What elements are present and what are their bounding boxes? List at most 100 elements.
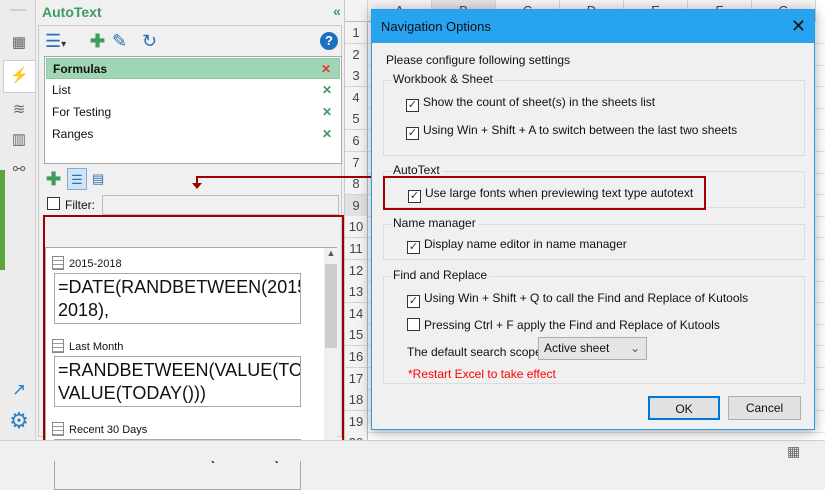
option-ctrl-f[interactable]: Pressing Ctrl + F apply the Find and Rep… xyxy=(407,318,720,332)
row-header[interactable]: 11 xyxy=(345,238,368,260)
document-icon xyxy=(52,339,64,353)
filter-checkbox[interactable] xyxy=(47,197,64,211)
side-nav: ▦ ⚡ ≋ ▥ ⚯ ↗ ⚙ xyxy=(0,0,36,440)
columns-icon[interactable]: ▥ xyxy=(8,130,30,150)
status-bar: ▦ xyxy=(0,440,825,461)
entry-title: Recent 30 Days xyxy=(52,422,147,436)
expand-handle[interactable] xyxy=(0,170,5,270)
select-all-corner[interactable] xyxy=(345,0,368,22)
grip-icon xyxy=(10,9,26,11)
normal-view-icon[interactable]: ▦ xyxy=(787,443,800,460)
option-switch-sheets[interactable]: ✓ Using Win + Shift + A to switch between… xyxy=(406,123,737,140)
group-find-replace: Find and Replace ✓ Using Win + Shift + Q … xyxy=(383,268,805,384)
row-header[interactable]: 3 xyxy=(345,65,368,88)
panel-title: AutoText xyxy=(42,4,102,20)
option-show-sheet-count[interactable]: ✓ Show the count of sheet(s) in the sheet… xyxy=(406,95,655,112)
entry-preview[interactable]: =DATE(RANDBETWEEN(2015, 2018), xyxy=(54,273,301,324)
scroll-thumb[interactable] xyxy=(325,264,337,348)
search-scope-label: The default search scope: xyxy=(407,345,546,359)
detail-view-icon[interactable]: ▤ xyxy=(92,168,104,190)
autotext-panel: AutoText « ☰▾ ✚ ✎ ↻ ? Formulas ✕ List ✕ Fo… xyxy=(36,0,345,490)
category-item-ranges[interactable]: Ranges ✕ xyxy=(46,124,340,145)
filter-input[interactable] xyxy=(102,195,339,215)
category-label: List xyxy=(52,83,71,97)
category-label: Formulas xyxy=(53,62,108,76)
category-item-formulas[interactable]: Formulas ✕ xyxy=(46,58,340,79)
group-label: AutoText xyxy=(391,163,442,177)
group-label: Workbook & Sheet xyxy=(391,72,495,86)
row-header[interactable]: 6 xyxy=(345,130,368,152)
row-header[interactable]: 13 xyxy=(345,281,368,304)
row-header[interactable]: 17 xyxy=(345,367,368,390)
add-icon[interactable]: ✚ xyxy=(90,30,105,52)
row-header[interactable]: 7 xyxy=(345,151,368,174)
filter-label: Filter: xyxy=(65,198,95,212)
add-entry-icon[interactable]: ✚ xyxy=(46,168,61,190)
delete-icon[interactable]: ✕ xyxy=(322,124,332,145)
row-header[interactable]: 1 xyxy=(345,22,368,44)
edit-icon[interactable]: ✎ xyxy=(112,30,127,52)
entry-title: 2015-2018 xyxy=(52,256,122,270)
restart-note: *Restart Excel to take effect xyxy=(408,367,556,381)
dialog-titlebar: Navigation Options xyxy=(372,10,814,43)
group-name-manager: Name manager ✓ Display name editor in nam… xyxy=(383,216,805,260)
row-header[interactable]: 16 xyxy=(345,346,368,368)
gear-icon[interactable]: ⚙ xyxy=(8,408,30,433)
category-label: For Testing xyxy=(52,105,112,119)
scrollbar[interactable]: ▲ ▼ xyxy=(324,248,338,454)
checkbox[interactable]: ✓ xyxy=(407,295,420,308)
ok-button[interactable]: OK xyxy=(648,396,720,420)
search-scope-select[interactable]: Active sheet ⌄ xyxy=(538,337,647,360)
autotext-icon[interactable]: ⚡ xyxy=(3,60,35,93)
layers-icon[interactable]: ≋ xyxy=(8,100,30,120)
category-list: Formulas ✕ List ✕ For Testing ✕ Ranges ✕ xyxy=(44,56,342,164)
category-item-list[interactable]: List ✕ xyxy=(46,80,340,101)
row-header[interactable]: 5 xyxy=(345,108,368,131)
row-header[interactable]: 2 xyxy=(345,43,368,66)
category-label: Ranges xyxy=(52,127,94,141)
workbook-icon[interactable]: ▦ xyxy=(8,33,30,53)
checkbox[interactable]: ✓ xyxy=(406,99,419,112)
delete-icon[interactable]: ✕ xyxy=(321,59,331,80)
row-header[interactable]: 10 xyxy=(345,216,368,239)
row-header[interactable]: 19 xyxy=(345,410,368,433)
checkbox[interactable]: ✓ xyxy=(406,127,419,140)
list-view-icon[interactable]: ☰ xyxy=(67,168,87,190)
external-link-icon[interactable]: ↗ xyxy=(8,380,30,400)
delete-icon[interactable]: ✕ xyxy=(322,80,332,101)
row-header[interactable]: 15 xyxy=(345,324,368,347)
entry-title: Last Month xyxy=(52,339,123,353)
document-icon xyxy=(52,256,64,270)
category-item-for-testing[interactable]: For Testing ✕ xyxy=(46,102,340,123)
group-workbook-sheet: Workbook & Sheet ✓ Show the count of shee… xyxy=(383,72,805,156)
row-header[interactable]: 14 xyxy=(345,302,368,325)
checkbox[interactable]: ✓ xyxy=(407,241,420,254)
view-menu-icon[interactable]: ☰▾ xyxy=(45,30,66,52)
chevron-down-icon: ⌄ xyxy=(629,341,640,355)
grid-line xyxy=(368,431,825,433)
binoculars-icon[interactable]: ⚯ xyxy=(8,160,30,180)
checkbox[interactable] xyxy=(407,318,420,331)
group-label: Find and Replace xyxy=(391,268,490,282)
row-header[interactable]: 4 xyxy=(345,86,368,109)
refresh-icon[interactable]: ↻ xyxy=(142,30,157,52)
navigation-options-dialog: Navigation Options ✕ Please configure fo… xyxy=(371,9,815,430)
dialog-intro: Please configure following settings xyxy=(386,53,571,67)
row-header[interactable]: 18 xyxy=(345,389,368,412)
document-icon xyxy=(52,422,64,436)
entry-preview[interactable]: =RANDBETWEEN(VALUE(TOD VALUE(TODAY())) xyxy=(54,356,301,407)
close-icon[interactable]: ✕ xyxy=(791,10,806,43)
arrow-head-icon xyxy=(192,183,202,189)
row-header[interactable]: 9 xyxy=(345,194,368,217)
collapse-button[interactable]: « xyxy=(333,3,341,19)
highlight-box xyxy=(383,176,706,210)
entry-list: 2015-2018 =DATE(RANDBETWEEN(2015, 2018),… xyxy=(45,247,338,490)
delete-icon[interactable]: ✕ xyxy=(322,102,332,123)
dialog-title: Navigation Options xyxy=(381,19,491,34)
option-name-editor[interactable]: ✓ Display name editor in name manager xyxy=(407,237,627,254)
option-win-shift-q[interactable]: ✓ Using Win + Shift + Q to call the Find … xyxy=(407,291,748,308)
row-header[interactable]: 12 xyxy=(345,259,368,282)
cancel-button[interactable]: Cancel xyxy=(728,396,801,420)
help-icon[interactable]: ? xyxy=(320,32,338,50)
group-label: Name manager xyxy=(391,216,478,230)
